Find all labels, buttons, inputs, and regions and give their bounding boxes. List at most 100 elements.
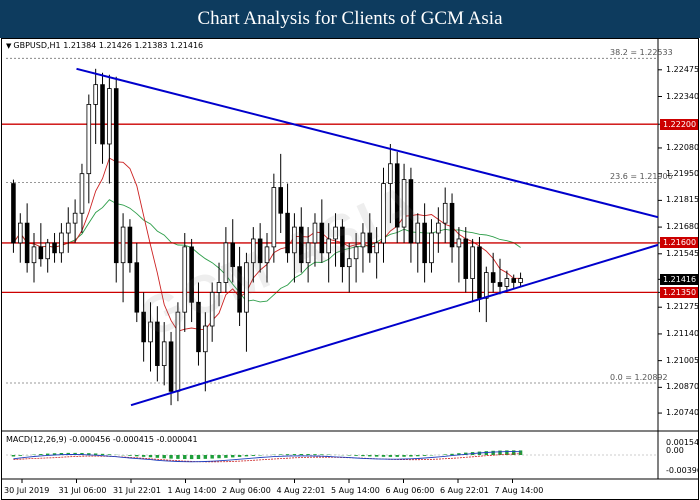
- candle-bearish: [298, 226, 304, 264]
- candle-bullish: [312, 222, 318, 244]
- candle-bullish: [442, 202, 448, 224]
- candle-bullish: [107, 88, 112, 145]
- price-tick-label: 1.21815: [666, 195, 699, 205]
- candle-bullish: [59, 232, 64, 254]
- candle-bullish: [86, 104, 92, 175]
- candle-bullish: [79, 173, 85, 214]
- candle-bearish: [319, 222, 325, 254]
- candle-bearish: [38, 246, 44, 260]
- candle-bullish: [17, 222, 23, 244]
- candle-bearish: [422, 222, 427, 264]
- candle-bearish: [168, 341, 174, 392]
- candle-bullish: [326, 238, 331, 254]
- candle-bullish: [456, 238, 462, 248]
- price-tick-label: 1.21275: [666, 302, 699, 312]
- candle-bearish: [113, 88, 119, 264]
- candle-bullish: [305, 242, 311, 264]
- time-tick-label: 31 Jul 06:00: [58, 486, 107, 495]
- candle-bullish: [244, 262, 249, 313]
- candle-bearish: [408, 179, 414, 244]
- candle-bullish: [72, 212, 78, 224]
- candle-bullish: [429, 232, 434, 264]
- price-tick-label: 1.22080: [666, 142, 699, 152]
- candle-bearish: [477, 246, 482, 299]
- fib-level-label: 23.6 = 1.21906: [610, 172, 673, 182]
- candle-bearish: [189, 246, 194, 303]
- candle-bullish: [360, 232, 366, 248]
- candle-bullish: [504, 278, 510, 287]
- candle-bullish: [353, 246, 359, 260]
- candle-bearish: [100, 84, 105, 145]
- chart-title: Chart Analysis for Clients of GCM Asia: [0, 0, 700, 38]
- price-tick-label: 1.22340: [666, 91, 699, 101]
- candle-bullish: [346, 258, 352, 268]
- price-level-box: 1.22200: [660, 118, 698, 130]
- upper-trendline: [76, 67, 659, 219]
- candle-bearish: [278, 187, 283, 214]
- candle-bullish: [333, 226, 338, 240]
- candle-bearish: [367, 232, 373, 254]
- candle-bullish: [175, 311, 181, 392]
- candle-bullish: [148, 321, 153, 343]
- price-level-box: 1.21350: [660, 286, 698, 298]
- dropdown-triangle-icon[interactable]: ▼: [6, 42, 11, 50]
- price-tick-label: 1.21005: [666, 355, 699, 365]
- candle-bearish: [141, 311, 146, 343]
- price-tick-label: 1.21545: [666, 248, 699, 258]
- fib-level-label: 0.0 = 1.20892: [610, 372, 668, 382]
- candle-bullish: [161, 341, 167, 366]
- candle-bullish: [31, 246, 37, 264]
- candle-bearish: [449, 202, 455, 248]
- price-chart[interactable]: [2, 39, 699, 500]
- price-tick-label: 1.21680: [666, 222, 699, 232]
- price-level-box: 1.21600: [660, 237, 698, 249]
- candle-bullish: [374, 242, 379, 254]
- candle-bearish: [497, 282, 503, 287]
- time-tick-label: 7 Aug 14:00: [494, 486, 544, 495]
- price-tick-label: 1.20870: [666, 382, 699, 392]
- candle-bullish: [470, 246, 475, 279]
- symbol-ohlc-text: GBPUSD,H1 1.21384 1.21426 1.21383 1.2141…: [13, 41, 204, 50]
- candle-bearish: [196, 301, 201, 353]
- candle-bullish: [93, 84, 98, 105]
- time-tick-label: 5 Aug 14:00: [331, 486, 380, 495]
- candle-bullish: [388, 163, 393, 184]
- candle-bullish: [436, 222, 441, 234]
- price-tick-label: 1.21140: [666, 328, 699, 338]
- time-tick-label: 2 Aug 06:00: [222, 486, 271, 495]
- candle-bearish: [230, 242, 236, 268]
- candle-bullish: [292, 226, 297, 254]
- macd-indicator-label: MACD(12,26,9) -0.000456 -0.000415 -0.000…: [6, 435, 198, 444]
- candle-bullish: [381, 183, 386, 244]
- candle-bearish: [340, 226, 345, 268]
- candle-bearish: [155, 321, 160, 366]
- candle-bullish: [182, 246, 188, 313]
- symbol-info: ▼ GBPUSD,H1 1.21384 1.21426 1.21383 1.214…: [6, 41, 203, 50]
- candle-bearish: [463, 238, 469, 279]
- candle-bearish: [394, 163, 400, 228]
- candle-bearish: [24, 222, 30, 264]
- candle-bullish: [518, 278, 523, 283]
- candle-bullish: [120, 226, 126, 264]
- fib-level-label: 38.2 = 1.22533: [610, 48, 673, 58]
- candle-bearish: [127, 226, 133, 264]
- candle-bearish: [257, 238, 263, 264]
- candle-bullish: [223, 242, 229, 283]
- candle-bearish: [134, 262, 140, 313]
- candle-bullish: [45, 242, 50, 260]
- candle-bearish: [285, 212, 290, 254]
- chart-panel[interactable]: GCM ASIA ▼ GBPUSD,H1 1.21384 1.21426 1.21…: [1, 38, 699, 500]
- price-tick-label: 1.20740: [666, 408, 699, 418]
- time-tick-label: 6 Aug 22:01: [440, 486, 489, 495]
- time-tick-label: 1 Aug 14:00: [167, 486, 217, 495]
- candle-bearish: [237, 266, 242, 313]
- candle-bullish: [401, 179, 407, 228]
- candle-bullish: [203, 325, 208, 353]
- candle-bullish: [415, 222, 421, 244]
- candle-bullish: [484, 272, 489, 299]
- candle-bullish: [251, 238, 256, 264]
- candle-bullish: [209, 291, 215, 327]
- time-tick-label: 6 Aug 06:00: [385, 486, 435, 495]
- macd-tick-label: -0.003961: [666, 466, 698, 475]
- candle-bearish: [490, 272, 496, 283]
